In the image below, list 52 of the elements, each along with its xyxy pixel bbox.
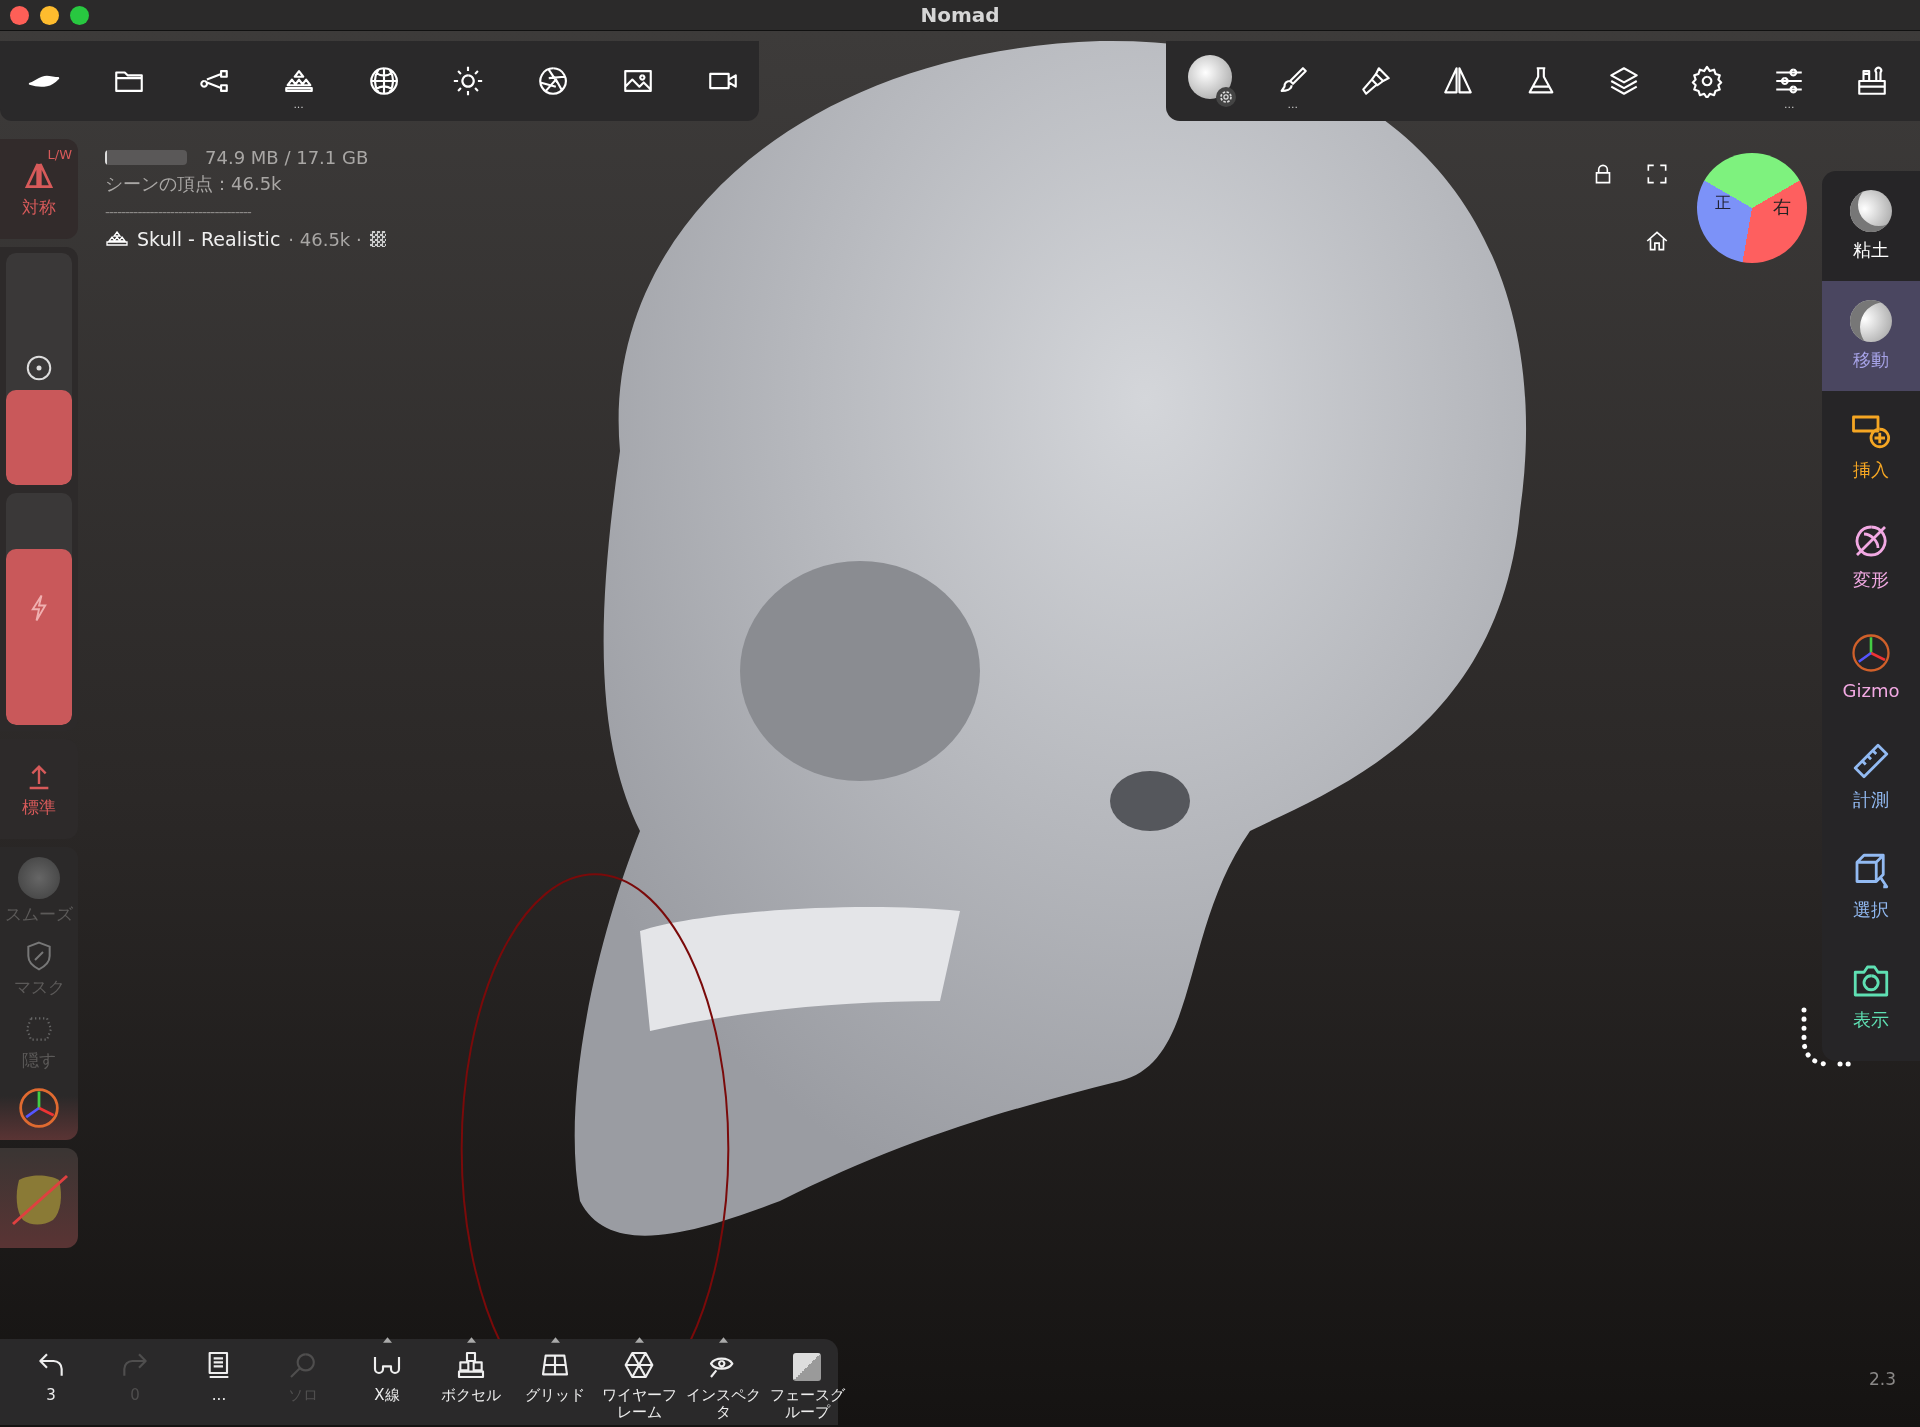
wireframe-button[interactable]: ワイヤーフレーム [598, 1349, 680, 1421]
undo-button[interactable]: 3 [10, 1349, 92, 1421]
gizmo-tool[interactable]: Gizmo [1822, 611, 1920, 721]
version-label: 2.3 [1868, 1369, 1896, 1389]
object-name[interactable]: Skull - Realistic [137, 228, 281, 250]
select-tool[interactable]: 選択 [1822, 831, 1920, 941]
window-title: Nomad [920, 3, 1000, 27]
material-button[interactable] [0, 1148, 78, 1248]
cubes-icon [455, 1349, 487, 1381]
close-button[interactable] [10, 6, 29, 25]
more-indicator: ... [293, 98, 304, 111]
pinched-sphere-icon [1850, 300, 1892, 342]
right-face-label[interactable]: 右 [1773, 195, 1791, 219]
inspector-button[interactable]: インスペクタ [682, 1349, 764, 1421]
symmetry-button[interactable]: L/W 対称 [0, 139, 78, 239]
grid-button[interactable]: グリッド [514, 1349, 596, 1421]
insert-tool[interactable]: 挿入 [1822, 391, 1920, 501]
view-tool[interactable]: 表示 [1822, 941, 1920, 1051]
memory-reading: 74.9 MB / 17.1 GB [205, 147, 369, 168]
target-icon [24, 353, 54, 383]
minimize-button[interactable] [40, 6, 59, 25]
move-tool[interactable]: 移動 [1822, 281, 1920, 391]
checker-icon [369, 231, 386, 247]
more-indicator: ... [1287, 98, 1298, 111]
xray-button[interactable]: X線 [346, 1349, 428, 1421]
material-sphere-icon [1188, 55, 1232, 99]
separator-line: ------------------------------------ [105, 204, 252, 220]
clay-sphere-icon [1850, 190, 1892, 232]
radius-slider[interactable] [6, 253, 72, 485]
voxel-button[interactable]: ボクセル [430, 1349, 512, 1421]
measure-tool[interactable]: 計測 [1822, 721, 1920, 831]
clay-tool[interactable]: 粘土 [1822, 171, 1920, 281]
more-indicator: ... [1784, 98, 1795, 111]
facegroup-icon [793, 1353, 821, 1381]
zoom-button[interactable] [70, 6, 89, 25]
intensity-slider[interactable] [6, 493, 72, 725]
object-vertex-count: · 46.5k · [288, 228, 362, 250]
wireframe-icon [623, 1349, 655, 1381]
symmetry-mode-label: L/W [47, 147, 72, 162]
bricks-icon [105, 231, 129, 247]
transform-tool[interactable]: 変形 [1822, 501, 1920, 611]
view-cube[interactable]: 正 右 [1697, 153, 1807, 263]
settings-icon [1216, 87, 1236, 107]
textured-sphere-icon [18, 857, 60, 899]
toolbox-icon [1855, 64, 1889, 98]
gizmo-icon[interactable] [17, 1086, 61, 1130]
settings-icon [1689, 64, 1724, 98]
vertex-count: シーンの頂点：46.5k [105, 172, 283, 196]
front-face-label[interactable]: 正 [1715, 193, 1731, 214]
scene-list-button[interactable]: ... [178, 1349, 260, 1421]
gizmo-icon [1850, 631, 1892, 674]
facegroup-button[interactable]: フェースグループ [766, 1353, 848, 1421]
